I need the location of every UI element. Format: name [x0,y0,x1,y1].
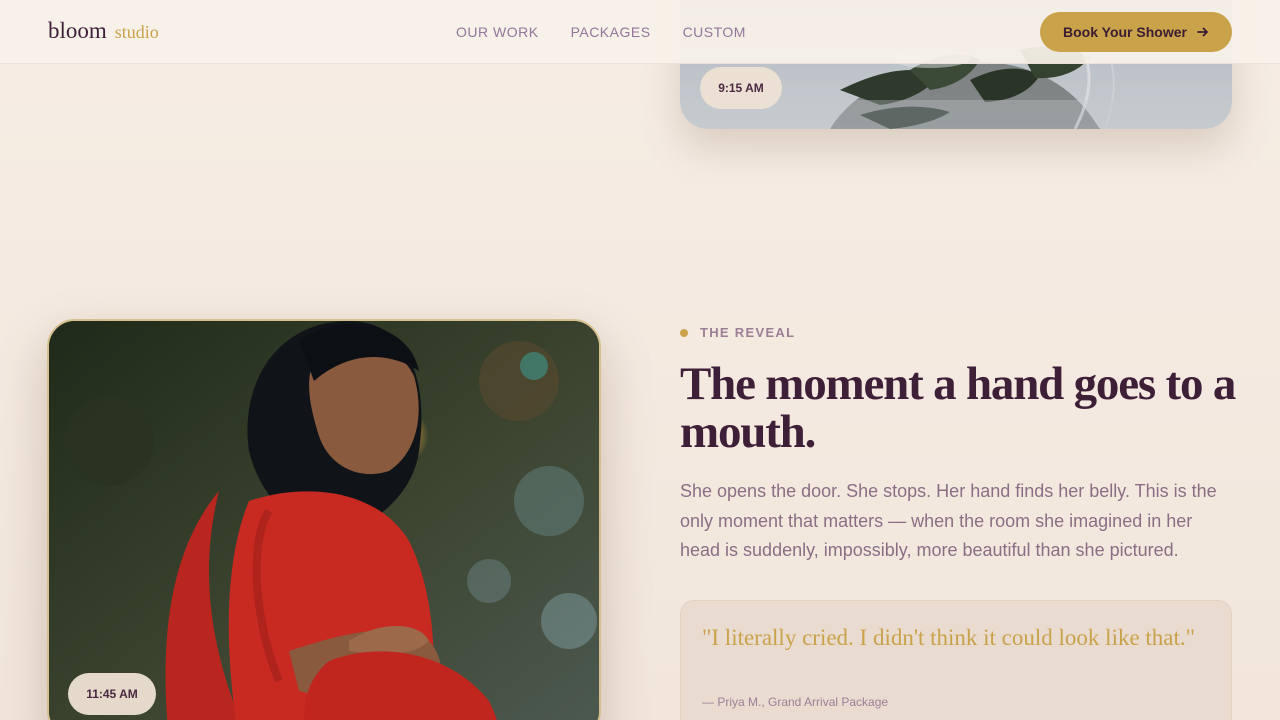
nav-link-custom[interactable]: CUSTOM [683,24,746,40]
testimonial-card: "I literally cried. I didn't think it co… [680,600,1232,720]
gallery-photo-reveal [47,319,601,720]
pregnant-woman-portrait-image [49,321,599,720]
logo-wordmark: bloom [48,18,107,43]
testimonial-attribution: — Priya M., Grand Arrival Package [702,695,889,709]
time-badge: 9:15 AM [700,67,782,109]
eyebrow-label: THE REVEAL [700,325,796,340]
book-shower-label: Book Your Shower [1063,24,1187,40]
arrow-right-icon [1197,27,1208,37]
dot-icon [680,328,688,337]
top-nav: bloom studio OUR WORK PACKAGES CUSTOM Bo… [0,0,1280,64]
testimonial-quote: "I literally cried. I didn't think it co… [702,625,1196,650]
logo[interactable]: bloom studio [48,18,159,44]
section-body: She opens the door. She stops. Her hand … [680,481,1217,560]
time-badge: 11:45 AM [68,673,156,715]
nav-link-our-work[interactable]: OUR WORK [456,24,539,40]
nav-links: OUR WORK PACKAGES CUSTOM [456,24,746,40]
book-shower-button[interactable]: Book Your Shower [1040,12,1232,52]
section-eyebrow: THE REVEAL [680,325,795,340]
logo-subtitle: studio [114,22,159,42]
nav-link-packages[interactable]: PACKAGES [571,24,651,40]
section-headline: The moment a hand goes to a mouth. [680,358,1236,458]
